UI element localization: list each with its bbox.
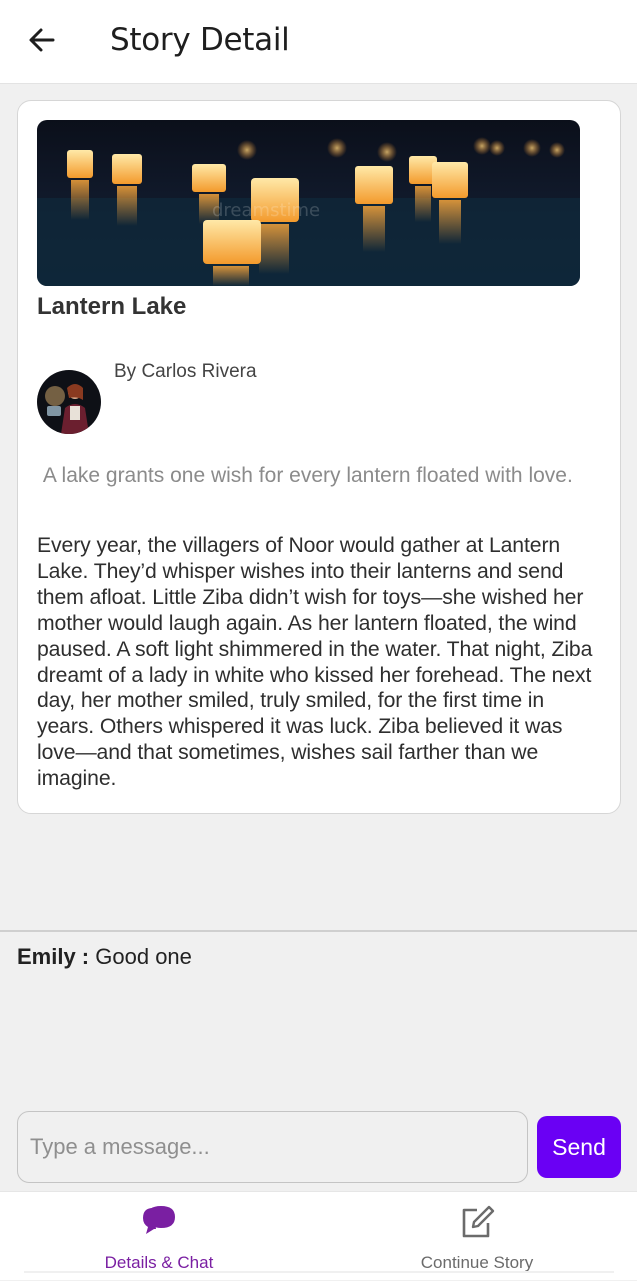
nav-details-chat[interactable]: Details & Chat: [0, 1192, 318, 1281]
back-button[interactable]: [22, 20, 62, 60]
system-gesture-bar: [24, 1271, 614, 1273]
chat-message: Emily : Good one: [17, 942, 192, 972]
nav-continue-story[interactable]: Continue Story: [318, 1192, 636, 1281]
story-cover-image: dreamstime: [37, 120, 580, 286]
chat-bubbles-icon: [143, 1206, 175, 1234]
author-avatar[interactable]: [37, 370, 101, 434]
story-title: Lantern Lake: [37, 293, 187, 320]
svg-text:dreamstime: dreamstime: [212, 200, 320, 221]
chat-text: Good one: [95, 944, 192, 969]
author-name[interactable]: By Carlos Rivera: [114, 360, 257, 384]
app-bar: Story Detail: [0, 0, 637, 84]
chat-sender: Emily :: [17, 944, 90, 969]
nav-details-chat-label: Details & Chat: [104, 1253, 214, 1272]
story-summary: A lake grants one wish for every lantern…: [37, 464, 573, 487]
send-button[interactable]: Send: [537, 1116, 621, 1178]
edit-square-icon: [462, 1205, 495, 1238]
message-input[interactable]: [17, 1111, 528, 1183]
chat-divider: [0, 930, 637, 932]
nav-continue-story-label: Continue Story: [420, 1253, 534, 1272]
bottom-navigation: Details & Chat Continue Story: [0, 1191, 637, 1280]
arrow-left-icon: [29, 28, 55, 52]
story-card: dreamstime Lantern Lake By Carlos Rivera…: [17, 100, 621, 814]
story-body: Every year, the villagers of Noor would …: [37, 534, 593, 791]
page-title: Story Detail: [110, 22, 290, 58]
